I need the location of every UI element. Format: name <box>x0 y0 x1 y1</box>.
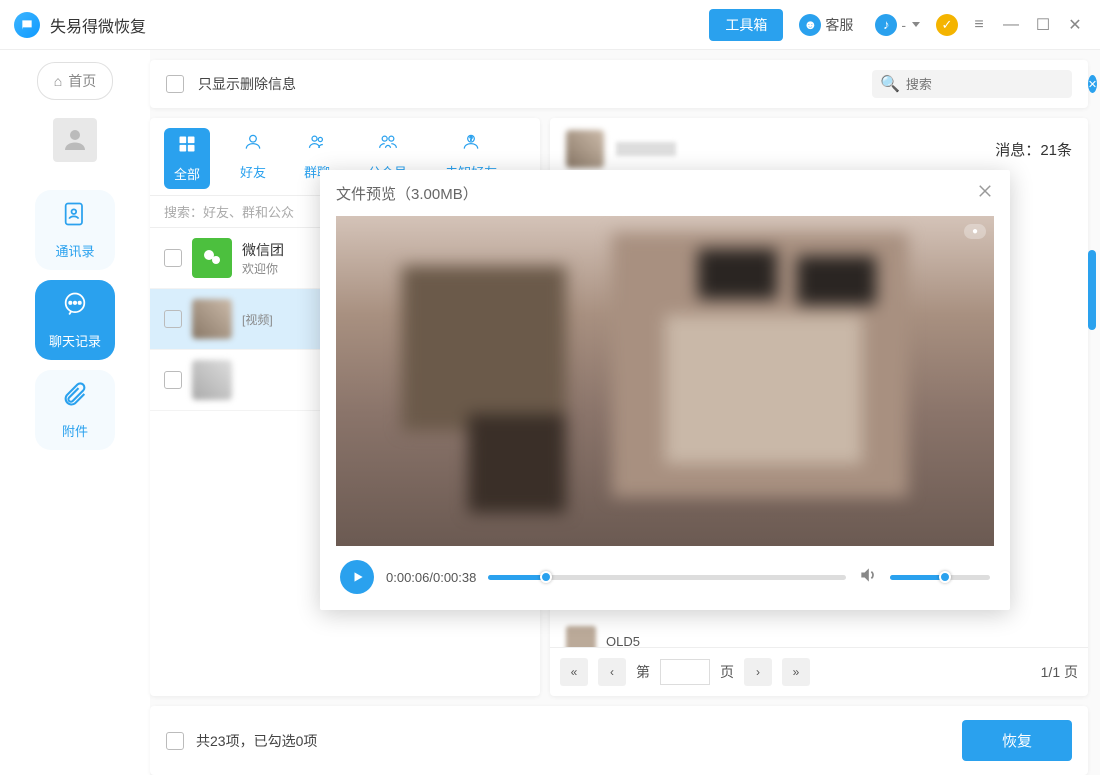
tab-label: 全部 <box>174 164 200 183</box>
user-avatar[interactable] <box>53 118 97 162</box>
filter-bar: 只显示删除信息 🔍 ✕ <box>150 60 1088 108</box>
modal-title: 文件预览（3.00MB） <box>336 183 478 204</box>
wechat-avatar-icon <box>192 238 232 278</box>
tab-all[interactable]: 全部 <box>164 128 210 189</box>
select-all-checkbox[interactable] <box>166 732 184 750</box>
tab-friends[interactable]: 好友 <box>232 128 274 189</box>
volume-slider[interactable] <box>890 575 990 580</box>
video-frame[interactable]: ● <box>336 216 994 546</box>
chat-avatar <box>192 299 232 339</box>
video-time-text: 0:00:06/0:00:38 <box>386 570 476 585</box>
search-box: 🔍 ✕ <box>872 70 1072 98</box>
show-deleted-checkbox[interactable] <box>166 75 184 93</box>
modal-close-button[interactable] <box>976 182 994 204</box>
headset-icon: ☻ <box>799 14 821 36</box>
pager-prev-button[interactable]: ‹ <box>598 658 626 686</box>
sidebar: ⌂ 首页 通讯录 聊天记录 附件 <box>0 50 150 775</box>
play-button[interactable] <box>340 560 374 594</box>
search-icon: 🔍 <box>880 74 900 94</box>
chat-checkbox[interactable] <box>164 249 182 267</box>
sidebar-item-attachments[interactable]: 附件 <box>35 370 115 450</box>
selection-summary: 共23项，已勾选0项 <box>196 731 317 751</box>
chevron-down-icon <box>912 22 920 27</box>
chat-avatar <box>192 360 232 400</box>
menu-icon[interactable]: ≡ <box>968 14 990 36</box>
sidebar-item-label: 附件 <box>62 421 88 440</box>
chat-icon <box>61 290 89 325</box>
chat-checkbox[interactable] <box>164 371 182 389</box>
customer-service-label: 客服 <box>825 15 853 35</box>
grid-icon <box>177 134 197 160</box>
pager-label-suffix: 页 <box>720 662 734 682</box>
home-icon: ⌂ <box>54 73 62 89</box>
contacts-icon <box>61 200 89 235</box>
conversation-avatar <box>566 130 604 168</box>
group-icon <box>378 132 398 158</box>
pager-first-button[interactable]: « <box>560 658 588 686</box>
video-progress-bar[interactable] <box>488 575 846 580</box>
home-button[interactable]: ⌂ 首页 <box>37 62 113 100</box>
customer-service-button[interactable]: ☻ 客服 <box>793 10 859 40</box>
message-row[interactable]: OLD5 <box>566 620 1072 647</box>
footer-bar: 共23项，已勾选0项 恢复 <box>150 706 1088 775</box>
app-logo <box>14 12 40 38</box>
pager: « ‹ 第 页 › » 1/1 页 <box>550 647 1088 696</box>
recover-button[interactable]: 恢复 <box>962 720 1072 761</box>
message-count: 消息：21条 <box>995 139 1072 160</box>
svg-text:?: ? <box>470 136 473 142</box>
video-watermark-icon: ● <box>964 224 986 239</box>
people-icon <box>307 132 327 158</box>
unknown-person-icon: ? <box>461 132 481 158</box>
pager-total: 1/1 页 <box>1041 662 1078 682</box>
chat-checkbox[interactable] <box>164 310 182 328</box>
scrollbar-thumb[interactable] <box>1088 250 1096 330</box>
sidebar-item-contacts[interactable]: 通讯录 <box>35 190 115 270</box>
pager-next-button[interactable]: › <box>744 658 772 686</box>
pager-last-button[interactable]: » <box>782 658 810 686</box>
sidebar-item-label: 聊天记录 <box>49 331 101 350</box>
volume-icon[interactable] <box>858 565 878 590</box>
status-badge-icon[interactable]: ✓ <box>936 14 958 36</box>
sidebar-item-chatlog[interactable]: 聊天记录 <box>35 280 115 360</box>
app-title: 失易得微恢复 <box>50 13 709 37</box>
search-input[interactable] <box>906 77 1082 92</box>
maximize-button[interactable]: ☐ <box>1032 14 1054 36</box>
pager-label-prefix: 第 <box>636 662 650 682</box>
agent-dropdown[interactable]: ♪ - <box>869 10 926 40</box>
pager-page-input[interactable] <box>660 659 710 685</box>
close-button[interactable]: ✕ <box>1064 14 1086 36</box>
message-sender: OLD5 <box>606 634 640 648</box>
search-clear-button[interactable]: ✕ <box>1088 75 1097 93</box>
toolbox-button[interactable]: 工具箱 <box>709 9 783 41</box>
person-icon <box>243 132 263 158</box>
tab-label: 好友 <box>240 162 266 181</box>
modal-header: 文件预览（3.00MB） <box>320 170 1010 216</box>
minimize-button[interactable]: — <box>1000 14 1022 36</box>
home-label: 首页 <box>68 71 96 91</box>
message-avatar <box>566 626 596 647</box>
agent-icon: ♪ <box>875 14 897 36</box>
video-controls: 0:00:06/0:00:38 <box>336 546 994 594</box>
show-deleted-label: 只显示删除信息 <box>198 74 296 94</box>
conversation-name <box>616 142 676 156</box>
attachment-icon <box>61 380 89 415</box>
sidebar-item-label: 通讯录 <box>55 241 94 260</box>
titlebar: 失易得微恢复 工具箱 ☻ 客服 ♪ - ✓ ≡ — ☐ ✕ <box>0 0 1100 50</box>
file-preview-modal: 文件预览（3.00MB） ● 0:00:06/0:00:38 <box>320 170 1010 610</box>
